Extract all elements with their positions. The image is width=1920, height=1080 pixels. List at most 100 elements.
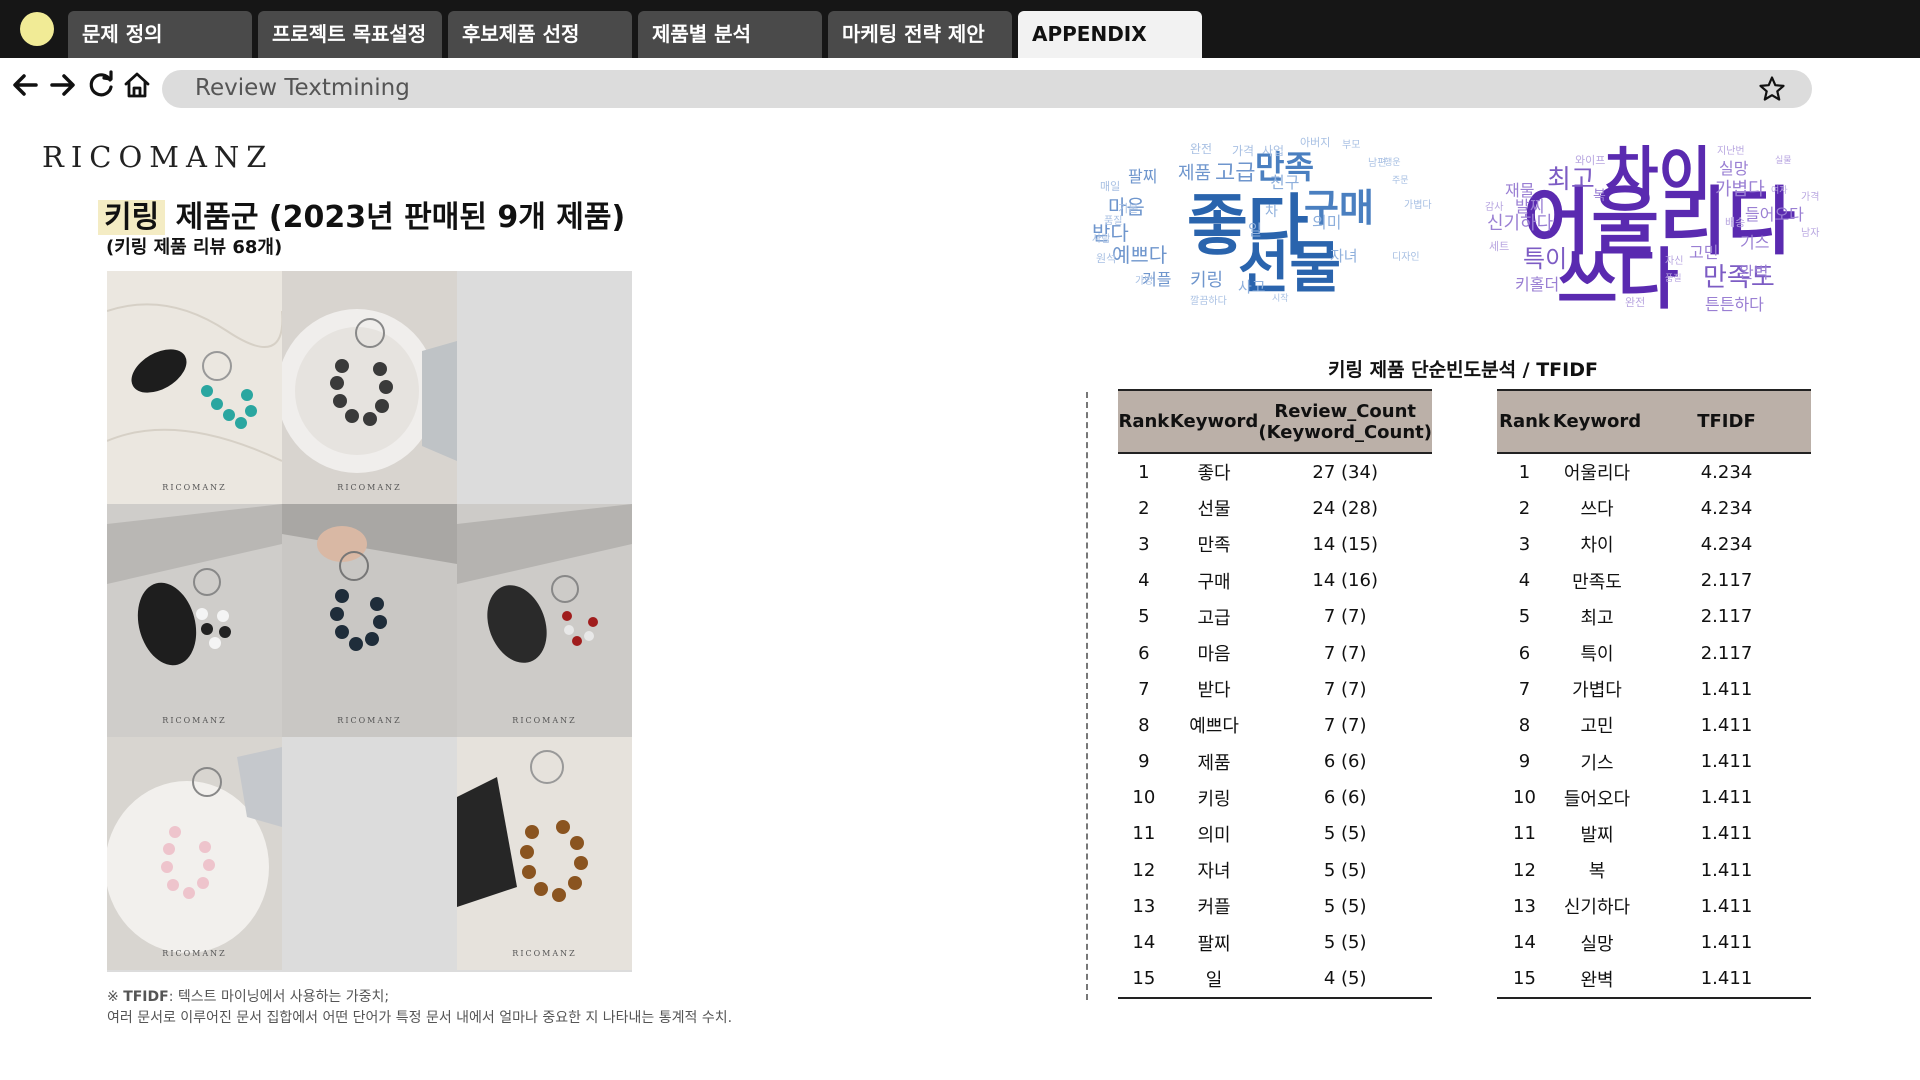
home-icon[interactable] [122, 70, 152, 100]
table-cell: 7 [1138, 678, 1150, 700]
wordcloud-word: 지난번 [1717, 146, 1745, 157]
page-subtitle: (키링 제품 리뷰 68개) [106, 237, 283, 258]
back-arrow-icon[interactable] [10, 70, 40, 100]
wordcloud-word: 발찌 [1515, 197, 1545, 216]
wordcloud-word: 가격 [1232, 144, 1255, 158]
photo-watermark: RICOMANZ [162, 483, 227, 492]
table-cell: 4 [1518, 570, 1531, 592]
wordcloud-word: 품질 [1665, 274, 1682, 284]
tab-marketing-strategy[interactable]: 마케팅 전략 제안 [828, 11, 1012, 58]
wordcloud-word: 복 [1593, 188, 1606, 204]
wordcloud-word: 가볍다 [1715, 179, 1765, 200]
table-row: 4 구매 14 (16) [1118, 563, 1432, 599]
forward-arrow-icon[interactable] [48, 70, 78, 100]
table-row: 5 최고 2.117 [1497, 599, 1811, 635]
wordcloud-word: 재물 [1505, 181, 1535, 200]
table-cell: 3 [1518, 533, 1531, 555]
star-icon[interactable] [1758, 75, 1786, 103]
wordcloud-word: 쓰다 [1557, 241, 1679, 318]
wordcloud-word: 사고 [1238, 278, 1266, 296]
table-cell: 10 [1513, 787, 1536, 809]
table-cell: 2.117 [1700, 642, 1753, 664]
col-rank: Rank [1497, 389, 1552, 454]
table-row: 3 차이 4.234 [1497, 526, 1811, 562]
photo-watermark: RICOMANZ [512, 949, 577, 958]
table-cell: 마음 [1197, 644, 1231, 666]
reload-icon[interactable] [86, 70, 116, 100]
wordcloud-word: 고민 [1689, 243, 1719, 262]
wordcloud-word: 일 [1248, 221, 1262, 239]
table-row: 10 키링 6 (6) [1118, 780, 1432, 816]
table-row: 8 고민 1.411 [1497, 707, 1811, 743]
table-cell: 7 (7) [1323, 606, 1367, 628]
product-photo: RICOMANZ [107, 737, 282, 970]
table-cell: 14 (15) [1312, 533, 1378, 555]
table-cell: 11 [1513, 823, 1536, 845]
table-cell: 만족도 [1572, 571, 1622, 593]
table-cell: 들어오다 [1563, 788, 1631, 810]
table-cell: 7 (7) [1323, 642, 1367, 664]
product-photo: RICOMANZ [282, 271, 457, 504]
wordcloud-word: 주문 [1392, 176, 1409, 186]
wordcloud-word: 신기하다 [1487, 213, 1554, 234]
table-cell: 1.411 [1700, 714, 1753, 736]
table-cell: 12 [1132, 859, 1156, 881]
table-cell: 1.411 [1700, 751, 1753, 773]
wordcloud-word: 배송 [1725, 216, 1746, 229]
table-cell: 5 (5) [1323, 895, 1367, 917]
tab-product-analysis[interactable]: 제품별 분석 [638, 11, 822, 58]
wordcloud-frequency: 좋다 선물 구매 만족 고급 제품 팔찌 마음 받다 예쁘다 커플 키링 친구 의미 자녀 사고 일 차 완전 가격 사… [1090, 137, 1432, 330]
title-text: 제품군 (2023년 판매된 9개 제품) [165, 200, 626, 235]
table-row: 3 만족 14 (15) [1118, 526, 1432, 562]
wordcloud-word: 의미 [1312, 213, 1342, 232]
table-row: 12 복 1.411 [1497, 852, 1811, 888]
wordcloud-word: 키링 [1190, 270, 1224, 291]
col-keyword: Keyword [1552, 389, 1642, 454]
table-cell: 9 [1518, 751, 1531, 773]
wordcloud-word: 사람 [1092, 234, 1111, 245]
table-cell: 4 (5) [1258, 960, 1432, 999]
photo-watermark: RICOMANZ [337, 716, 402, 725]
product-photo: RICOMANZ [457, 737, 632, 970]
table-row: 12 자녀 5 (5) [1118, 852, 1432, 888]
tab-appendix[interactable]: APPENDIX [1018, 11, 1202, 58]
table-row: 1 어울리다 4.234 [1497, 453, 1811, 490]
table-cell: 5 (5) [1323, 932, 1367, 954]
wordcloud-word: 가격 [1801, 192, 1820, 203]
table-row: 6 특이 2.117 [1497, 635, 1811, 671]
table-cell: 고민 [1580, 716, 1614, 738]
wordcloud-word: 키홀더 [1515, 275, 1560, 294]
wordcloud-word: 부모 [1342, 140, 1361, 151]
tab-project-goal[interactable]: 프로젝트 목표설정 [258, 11, 442, 58]
title-highlight: 키링 [98, 200, 166, 235]
brand-logo: RICOMANZ [42, 140, 274, 174]
table-cell: 만족 [1197, 535, 1231, 557]
product-photo: RICOMANZ [107, 504, 282, 737]
table-row: 11 발찌 1.411 [1497, 816, 1811, 852]
page-title: 키링 제품군 (2023년 판매된 9개 제품) [98, 192, 626, 236]
wordcloud-word: 와이프 [1575, 154, 1606, 167]
table-row: 7 받다 7 (7) [1118, 671, 1432, 707]
table-cell: 제품 [1197, 752, 1231, 774]
table-cell: 좋다 [1197, 463, 1231, 485]
table-cell: 6 (6) [1323, 751, 1367, 773]
col-review-count: Review_Count (Keyword_Count) [1258, 389, 1432, 454]
wordcloud-word: 시작 [1272, 294, 1289, 304]
table-cell: 9 [1138, 751, 1150, 773]
table-cell: 1 [1518, 461, 1531, 483]
wordcloud-word: 실망 [1719, 159, 1749, 178]
wordcloud-word: 차이 [1605, 140, 1712, 208]
table-row: 14 실망 1.411 [1497, 924, 1811, 960]
table-cell: 5 [1138, 606, 1150, 628]
wordcloud-word: 예쁘다 [1112, 243, 1168, 267]
wordcloud-word: 친구 [1270, 173, 1300, 192]
tab-candidate-products[interactable]: 후보제품 선정 [448, 11, 632, 58]
tab-problem-definition[interactable]: 문제 정의 [68, 11, 252, 58]
address-bar[interactable]: Review Textmining [162, 70, 1812, 108]
table-cell: 팔찌 [1197, 933, 1231, 955]
table-cell: 6 [1518, 642, 1531, 664]
table-cell: 1.411 [1700, 823, 1753, 845]
wordcloud-word: 최고 [1547, 165, 1595, 195]
wordcloud-word: 사업 [1262, 144, 1285, 158]
table-cell: 2 [1518, 497, 1531, 519]
